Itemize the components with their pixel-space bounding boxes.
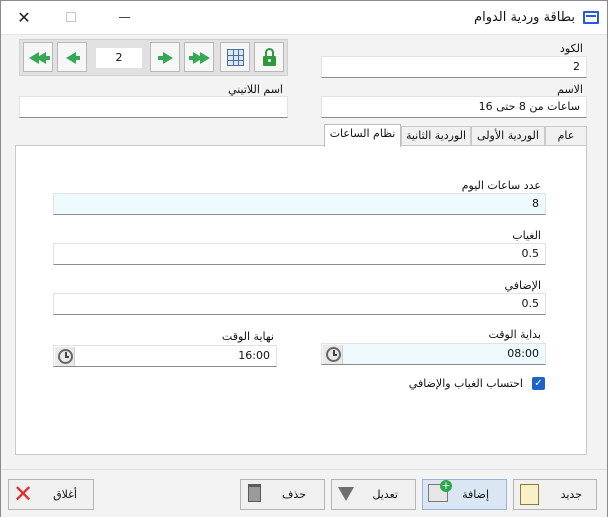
absence-field[interactable]: 0.5 — [53, 243, 546, 265]
end-time-field[interactable]: 16:00 — [53, 345, 277, 367]
daily-hours-field[interactable]: 8 — [53, 193, 546, 215]
latin-name-label: اسم اللاتيني — [228, 83, 283, 96]
edit-button[interactable]: تعديل — [331, 479, 416, 510]
record-number[interactable]: 2 — [95, 47, 143, 69]
daily-hours-label: عدد ساعات اليوم — [461, 179, 541, 192]
calc-absence-overtime-checkbox[interactable]: ✓ — [532, 377, 545, 390]
absence-label: الغياب — [512, 229, 541, 242]
footer-bar: جديد + إضافة تعديل حذف ✕ أغلاق — [1, 469, 607, 517]
overtime-field[interactable]: 0.5 — [53, 293, 546, 315]
tab-first-shift[interactable]: الوردية الأولى — [471, 126, 545, 146]
code-label: الكود — [559, 42, 583, 55]
add-button[interactable]: + إضافة — [422, 479, 507, 510]
new-button[interactable]: جديد — [513, 479, 597, 510]
tab-general[interactable]: عام — [545, 126, 587, 146]
tab-hours-system[interactable]: نظام الساعات — [324, 124, 401, 147]
trash-icon — [248, 484, 261, 502]
start-time-value: 08:00 — [507, 347, 539, 360]
clock-icon — [326, 347, 341, 362]
end-time-value: 16:00 — [238, 349, 270, 362]
overtime-label: الإضافي — [504, 279, 541, 292]
delete-button[interactable]: حذف — [240, 479, 325, 510]
end-time-label: نهاية الوقت — [221, 330, 274, 343]
tab-second-shift[interactable]: الوردية الثانية — [401, 126, 471, 146]
window-title: بطاقة وردية الدوام — [474, 10, 575, 25]
start-time-field[interactable]: 08:00 — [321, 343, 546, 365]
record-navigation-bar: 2 — [19, 39, 288, 76]
window-card-icon — [583, 11, 599, 24]
add-record-icon: + — [428, 480, 452, 502]
lock-button[interactable] — [254, 42, 284, 72]
grid-view-button[interactable] — [220, 42, 250, 72]
minimize-button[interactable] — [119, 17, 130, 18]
tab-strip: عام الوردية الأولى الوردية الثانية نظام … — [15, 124, 587, 147]
last-record-button[interactable] — [184, 42, 214, 72]
name-field[interactable]: ساعات من 8 حتى 16 — [321, 96, 587, 118]
edit-icon — [338, 487, 354, 501]
name-label: الاسم — [557, 83, 583, 96]
next-record-button[interactable] — [150, 42, 180, 72]
start-time-clock-button[interactable] — [323, 345, 343, 364]
first-record-button[interactable] — [23, 42, 53, 72]
calc-absence-overtime-label: احتساب الغياب والإضافي — [408, 377, 523, 390]
clock-icon — [58, 349, 73, 364]
close-button[interactable]: ✕ أغلاق — [8, 479, 94, 510]
new-document-icon — [520, 484, 539, 505]
latin-name-field[interactable] — [19, 96, 288, 118]
code-field[interactable]: 2 — [321, 56, 587, 78]
start-time-label: بداية الوقت — [488, 328, 542, 341]
maximize-button[interactable] — [66, 12, 76, 22]
shift-card-window: بطاقة وردية الدوام ✕ 2 الكود 2 الاسم ساع… — [0, 0, 608, 517]
close-window-button[interactable]: ✕ — [13, 7, 35, 29]
end-time-clock-button[interactable] — [55, 347, 75, 366]
title-bar: بطاقة وردية الدوام ✕ — [1, 1, 607, 35]
grid-icon — [227, 49, 244, 66]
previous-record-button[interactable] — [57, 42, 87, 72]
close-x-icon: ✕ — [13, 480, 34, 508]
